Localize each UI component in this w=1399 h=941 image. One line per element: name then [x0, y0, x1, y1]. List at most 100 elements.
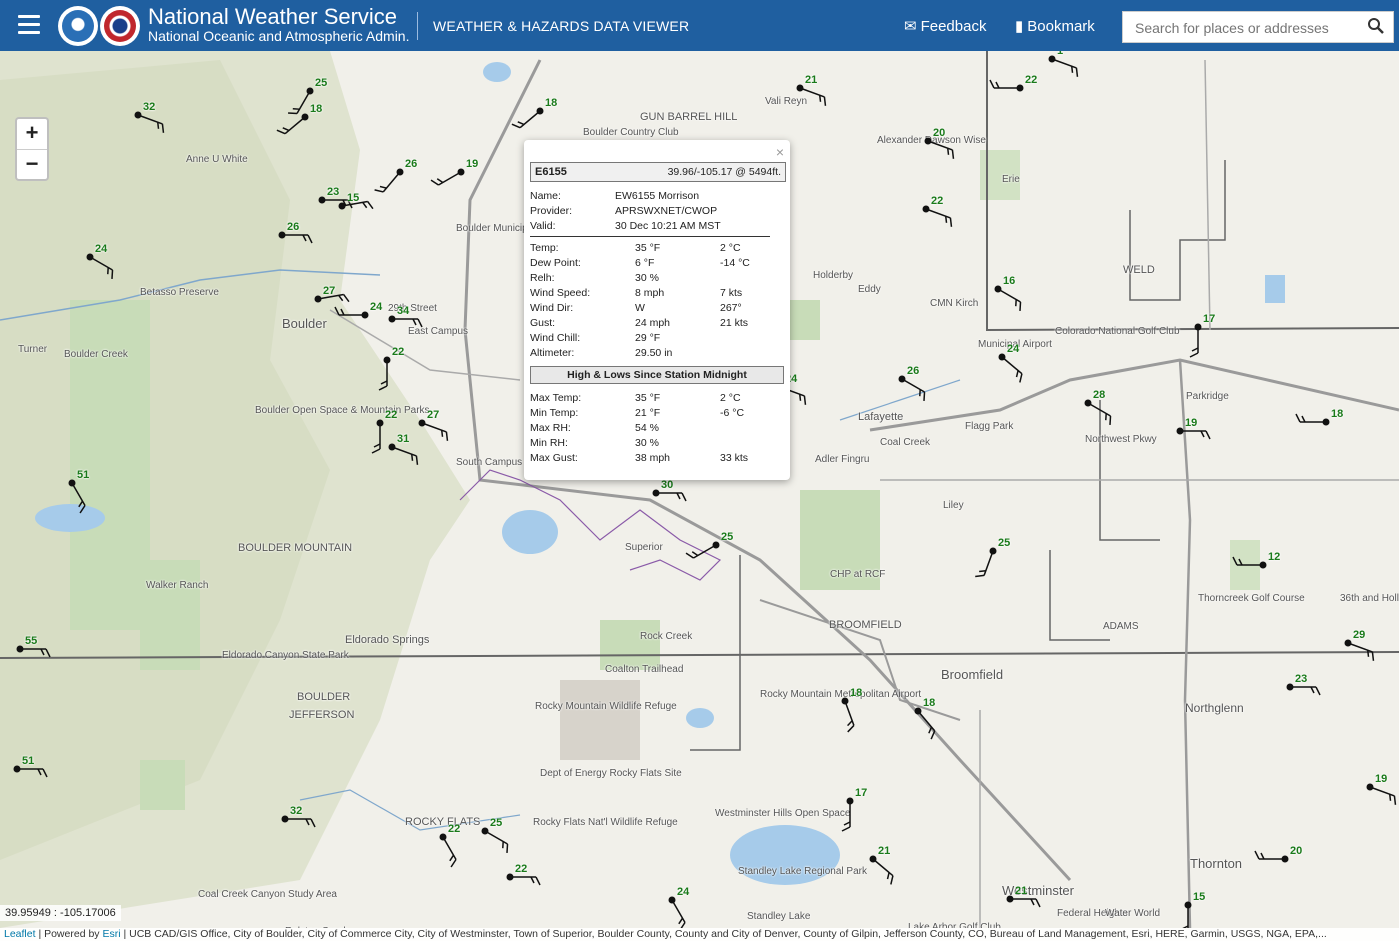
search-icon[interactable]: [1367, 17, 1385, 35]
wind-gust-label: 25: [315, 77, 328, 89]
cursor-coordinates: 39.95949 : -105.17006: [0, 905, 121, 921]
obs-label: Wind Dir:: [530, 302, 574, 314]
obs-label: Max RH:: [530, 422, 571, 434]
map-place-label: 36th and Holly Park: [1340, 593, 1399, 604]
bookmark-button[interactable]: ▮ Bookmark: [1015, 17, 1095, 35]
popup-close-button[interactable]: ×: [776, 144, 784, 160]
map-place-label: Thorncreek Golf Course: [1198, 593, 1305, 604]
obs-label: Max Gust:: [530, 452, 578, 464]
wind-gust-label: 24: [95, 243, 108, 255]
wind-gust-label: 19: [466, 158, 479, 170]
map-place-label: Northwest Pkwy: [1085, 434, 1157, 445]
leaflet-link[interactable]: Leaflet: [4, 928, 36, 940]
obs-value: 54 %: [635, 422, 659, 434]
obs-label: Altimeter:: [530, 347, 575, 359]
wind-gust-label: 29: [1353, 629, 1366, 641]
map-place-label: Coalton Trailhead: [605, 664, 684, 675]
map-place-label: Coal Creek Canyon Study Area: [198, 889, 337, 900]
map-place-label: Northglenn: [1185, 701, 1244, 715]
map-place-label: JEFFERSON: [289, 709, 355, 721]
wind-gust-label: 24: [677, 886, 690, 898]
menu-icon[interactable]: [18, 15, 40, 35]
obs-value: 21 kts: [720, 317, 749, 329]
wind-gust-label: 12: [1268, 551, 1281, 563]
wind-gust-label: 55: [25, 635, 38, 647]
map-place-label: BROOMFIELD: [829, 619, 902, 631]
wind-gust-label: 26: [405, 158, 418, 170]
wind-gust-label: 22: [385, 409, 398, 421]
map-place-label: Anne U White: [186, 154, 248, 165]
map-place-label: Colorado National Golf Club: [1055, 326, 1180, 337]
wind-gust-label: 17: [855, 787, 868, 799]
map-place-label: Adler Fingru: [815, 454, 870, 465]
info-label: Name:: [530, 190, 561, 202]
extremes-header: High & Lows Since Station Midnight: [530, 366, 784, 384]
wind-gust-label: 18: [850, 687, 863, 699]
obs-value: 24 mph: [635, 317, 671, 329]
esri-link[interactable]: Esri: [102, 928, 120, 940]
wind-gust-label: 28: [1093, 389, 1106, 401]
station-location: 39.96/-105.17 @ 5494ft.: [667, 166, 781, 178]
map-place-label: Rocky Mountain Wildlife Refuge: [535, 701, 677, 712]
map-place-label: BOULDER: [297, 691, 351, 703]
zoom-out-button[interactable]: −: [17, 150, 47, 180]
bookmark-label: Bookmark: [1027, 18, 1095, 35]
map-place-label: East Campus: [408, 326, 469, 337]
powered-by-text: Powered by: [44, 928, 100, 940]
map-place-label: Walker Ranch: [146, 580, 209, 591]
wind-gust-label: 51: [22, 755, 35, 767]
map-place-label: Broomfield: [941, 667, 1004, 682]
wind-gust-label: 24: [1007, 343, 1020, 355]
wind-gust-label: 32: [143, 101, 156, 113]
obs-value: 2 °C: [720, 392, 741, 404]
wind-gust-label: 18: [545, 97, 558, 109]
wind-gust-label: 32: [290, 805, 303, 817]
wind-gust-label: 21: [1015, 885, 1028, 897]
zoom-in-button[interactable]: +: [17, 119, 47, 150]
feedback-button[interactable]: ✉ Feedback: [904, 17, 986, 35]
obs-value: 38 mph: [635, 452, 671, 464]
wind-gust-label: 19: [1375, 773, 1388, 785]
map-place-label: WELD: [1123, 264, 1155, 276]
wind-gust-label: 16: [1003, 275, 1016, 287]
info-value: APRSWXNET/CWOP: [615, 205, 718, 217]
map-place-label: Boulder Creek: [64, 349, 128, 360]
bookmark-icon: ▮: [1015, 18, 1024, 35]
obs-value: 29 °F: [635, 332, 661, 344]
wind-gust-label: 15: [347, 192, 360, 204]
search-box: [1122, 11, 1394, 43]
wind-gust-label: 22: [448, 823, 461, 835]
wind-gust-label: 18: [310, 103, 323, 115]
wind-gust-label: 51: [77, 469, 90, 481]
info-label: Provider:: [530, 205, 573, 217]
map-place-label: Eldorado Springs: [345, 634, 430, 646]
zoom-control: + −: [15, 117, 49, 181]
wind-gust-label: 26: [287, 221, 300, 233]
obs-value: 267°: [720, 302, 742, 314]
obs-value: 30 %: [635, 272, 659, 284]
viewer-title: WEATHER & HAZARDS DATA VIEWER: [433, 18, 690, 34]
obs-label: Dew Point:: [530, 257, 581, 269]
map-place-label: Eldorado Canyon State Park: [222, 650, 349, 661]
obs-value: 35 °F: [635, 392, 661, 404]
wind-gust-label: 31: [397, 433, 410, 445]
map-place-label: GUN BARREL HILL: [640, 111, 738, 123]
map-place-label: Thornton: [1190, 856, 1243, 871]
obs-value: 21 °F: [635, 407, 661, 419]
obs-label: Temp:: [530, 242, 559, 254]
envelope-icon: ✉: [904, 18, 917, 35]
info-value: 30 Dec 10:21 AM MST: [615, 220, 721, 232]
wind-gust-label: 15: [1193, 891, 1206, 903]
noaa-logo: [58, 6, 98, 46]
wind-gust-label: 20: [1290, 845, 1303, 857]
station-popup: × E6155 39.96/-105.17 @ 5494ft. Name: EW…: [524, 140, 790, 480]
search-input[interactable]: [1133, 18, 1367, 38]
obs-label: Wind Chill:: [530, 332, 581, 344]
obs-label: Min Temp:: [530, 407, 579, 419]
map-place-label: Rocky Flats Nat'l Wildlife Refuge: [533, 817, 678, 828]
obs-value: 8 mph: [635, 287, 665, 299]
wind-gust-label: 19: [1185, 417, 1198, 429]
map-place-label: CHP at RCF: [830, 569, 886, 580]
wind-gust-label: 18: [1331, 408, 1344, 420]
map-place-label: Turner: [18, 344, 48, 355]
